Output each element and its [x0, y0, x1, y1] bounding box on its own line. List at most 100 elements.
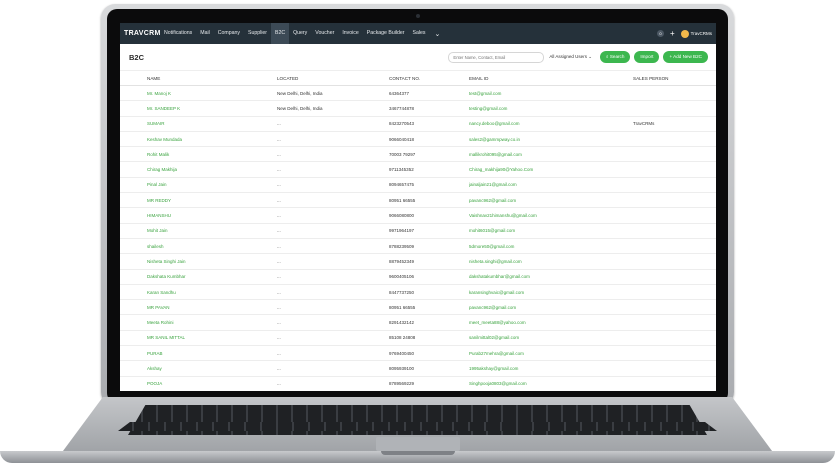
cell-contact: 8291432142 — [389, 314, 469, 331]
table-row[interactable]: MR SANIL MITTAL... 85108 24808 sanilmittal… — [120, 330, 716, 347]
cell-email[interactable]: pavanc962@gmail.com — [469, 299, 633, 316]
cell-contact: 8879452349 — [389, 253, 469, 270]
search-button[interactable]: ⌕ Search — [599, 51, 631, 63]
cell-sales — [633, 376, 716, 391]
nav-item-company[interactable]: Company — [214, 23, 244, 44]
table-row[interactable]: HIMANSHU... 9066080800 Vaishnav21himanshu@… — [120, 207, 716, 224]
cell-name[interactable]: Mohit Jain — [147, 223, 277, 239]
cell-email[interactable]: nancy.deboo@gmail.com — [469, 116, 633, 132]
table-header-row: NAME LOCATED CONTACT NO. EMAIL ID SALES … — [120, 71, 716, 86]
chevron-down-icon[interactable]: ⌄ — [430, 30, 446, 38]
cell-name[interactable]: MR SANIL MITTAL — [147, 330, 277, 347]
cell-email[interactable]: karansinghvaic@gmail.com — [469, 284, 633, 301]
cell-email[interactable]: meet_meeta88@yahoo.com — [469, 314, 633, 331]
cell-name[interactable]: POOJA — [147, 376, 277, 391]
table-row[interactable]: Keshav Mundada... 9066040418 sales2@gammpw… — [120, 131, 716, 148]
cell-located: ... — [277, 177, 389, 194]
table-row[interactable]: PURAB... 9769400450 Purab27mehra@gmail.com — [120, 345, 716, 362]
cell-email[interactable]: mallikrohit095@gmail.com — [469, 146, 633, 163]
cell-email[interactable]: sanilmittal02@gmail.com — [469, 330, 633, 347]
add-b2c-button[interactable]: + Add New B2C — [663, 51, 708, 63]
table-row[interactable]: Meeta Rohini... 8291432142 meet_meeta88@ya… — [120, 314, 716, 331]
cell-located: ... — [277, 299, 389, 316]
table-row[interactable]: SUMAIR... 8423270543 nancy.deboo@gmail.com… — [120, 116, 716, 132]
nav-item-invoice[interactable]: Invoice — [338, 23, 362, 44]
cell-name[interactable]: SUMAIR — [147, 116, 277, 132]
cell-name[interactable]: Mr. SANDEEP K — [147, 100, 277, 117]
cell-email[interactable]: jainaljain21@gmail.com — [469, 177, 633, 194]
cell-sales — [633, 223, 716, 239]
cell-name[interactable]: PURAB — [147, 345, 277, 362]
nav-item-voucher[interactable]: Voucher — [311, 23, 338, 44]
table-row[interactable]: MR PAVAN... 80951 66555 pavanc962@gmail.co… — [120, 299, 716, 316]
cell-name[interactable]: Karan Sandhu — [147, 284, 277, 301]
cell-email[interactable]: Singhpooja0803@gmail.com — [469, 376, 633, 391]
table-row[interactable]: Akshay... 8095939100 1995akshay@gmail.com — [120, 360, 716, 377]
cell-name[interactable]: Pinal Jain — [147, 177, 277, 194]
cell-email[interactable]: testing@gmail.com — [469, 100, 633, 117]
cell-name[interactable]: Dakshata Kumbhar — [147, 269, 277, 285]
cell-contact: 8094657475 — [389, 177, 469, 194]
nav-item-supplier[interactable]: Supplier — [244, 23, 271, 44]
nav-item-sales[interactable]: Sales — [409, 23, 430, 44]
cell-contact: 9066080800 — [389, 207, 469, 224]
cell-email[interactable]: Chirag_makhija90@Yahoo.Com — [469, 161, 633, 178]
assigned-users-select[interactable]: All Assigned Users ⌄ — [549, 54, 592, 60]
nav-item-notifications[interactable]: Notifications — [160, 23, 196, 44]
table-row[interactable]: Mr. Manoj K New Delhi, Delhi, India 643643… — [120, 85, 716, 102]
cell-name[interactable]: Nisheta Singhi Jain — [147, 253, 277, 270]
import-button[interactable]: Import — [634, 51, 660, 63]
table-row[interactable]: Pinal Jain... 8094657475 jainaljain21@gmai… — [120, 177, 716, 194]
nav-item-b2c[interactable]: B2C — [271, 23, 290, 44]
cell-sales — [633, 100, 716, 117]
cell-name[interactable]: MR REDDY — [147, 192, 277, 209]
cell-name[interactable]: Keshav Mundada — [147, 131, 277, 148]
app-logo[interactable]: TRAVCRM — [124, 30, 160, 37]
search-input[interactable] — [448, 51, 545, 63]
table-row[interactable]: Dakshata Kumbhar... 9600405106 dakshatakum… — [120, 269, 716, 285]
cell-name[interactable]: Meeta Rohini — [147, 314, 277, 331]
cell-name[interactable]: Chirag Makhija — [147, 161, 277, 178]
cell-located: ... — [277, 207, 389, 224]
cell-name[interactable]: HIMANSHU — [147, 207, 277, 224]
page-toolbar: B2C All Assigned Users ⌄ ⌕ Search Import… — [120, 44, 716, 71]
plus-icon[interactable]: + — [670, 29, 675, 38]
nav-item-mail[interactable]: Mail — [196, 23, 214, 44]
top-navbar: TRAVCRM Notifications Mail Company Supplier… — [120, 23, 716, 44]
cell-email[interactable]: test@gmail.com — [469, 85, 633, 102]
cell-email[interactable]: Vaishnav21himanshu@gmail.com — [469, 207, 633, 224]
cell-email[interactable]: 5dmore50@gmail.com — [469, 238, 633, 255]
cell-email[interactable]: nisheta.singhi@gmail.com — [469, 253, 633, 270]
cell-name[interactable]: MR PAVAN — [147, 299, 277, 316]
avatar[interactable] — [680, 29, 689, 38]
table-row[interactable]: MR REDDY... 80951 66555 pavanc962@gmail.co… — [120, 192, 716, 209]
cell-email[interactable]: mohit6015@gmail.com — [469, 223, 633, 239]
table-row[interactable]: Mohit Jain... 9971964197 mohit6015@gmail.c… — [120, 223, 716, 239]
table-row[interactable]: Mr. SANDEEP K New Delhi, Delhi, India 3467… — [120, 100, 716, 117]
cell-name[interactable]: Akshay — [147, 360, 277, 377]
cell-email[interactable]: dakshatakumbhar@gmail.com — [469, 269, 633, 285]
table-row[interactable]: Nisheta Singhi Jain... 8879452349 nisheta.… — [120, 253, 716, 270]
user-name[interactable]: TravCRMs — [691, 31, 712, 36]
cell-email[interactable]: pavanc962@gmail.com — [469, 192, 633, 209]
cell-email[interactable]: Purab27mehra@gmail.com — [469, 345, 633, 362]
nav-item-package-builder[interactable]: Package Builder — [363, 23, 409, 44]
nav-item-query[interactable]: Query — [289, 23, 311, 44]
cell-name[interactable]: Rohit Malik — [147, 146, 277, 163]
cell-email[interactable]: 1995akshay@gmail.com — [469, 360, 633, 377]
cell-sales — [633, 284, 716, 301]
table-row[interactable]: shailesh... 8788239509 5dmore50@gmail.com — [120, 238, 716, 255]
table-row[interactable]: Chirag Makhija... 9711345352 Chirag_makhij… — [120, 161, 716, 178]
cell-contact: 64364377 — [389, 85, 469, 102]
notification-badge[interactable]: 0 — [656, 30, 664, 37]
table-row[interactable]: Karan Sandhu... 8447737250 karansinghvaic@… — [120, 284, 716, 301]
table-row[interactable]: POOJA... 8789569229 Singhpooja0803@gmail.c… — [120, 376, 716, 391]
touchpad — [376, 437, 460, 451]
cell-name[interactable]: Mr. Manoj K — [147, 85, 277, 102]
cell-name[interactable]: shailesh — [147, 238, 277, 255]
col-sales-header: SALES PERSON — [633, 71, 716, 86]
cell-email[interactable]: sales2@gammpway.co.in — [469, 131, 633, 148]
table-row[interactable]: Rohit Malik... 70003 79297 mallikrohit095@… — [120, 146, 716, 163]
col-email-header: EMAIL ID — [469, 71, 633, 86]
cell-sales — [633, 360, 716, 377]
